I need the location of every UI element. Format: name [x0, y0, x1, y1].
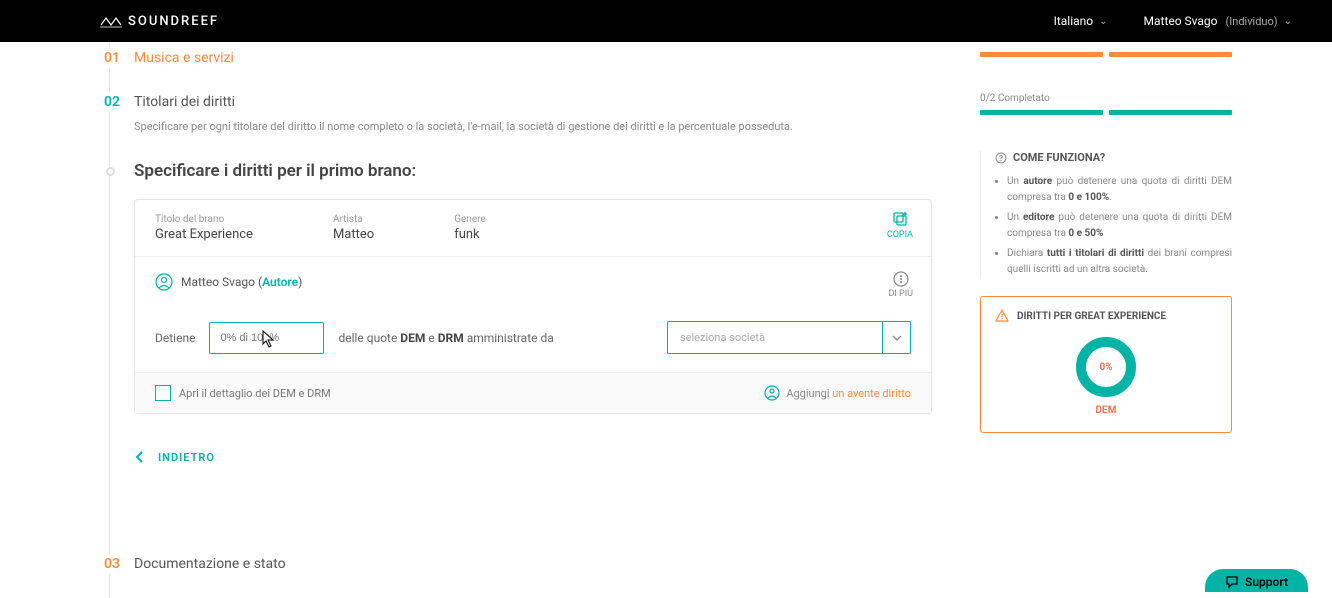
main-content: 01 Musica e servizi 02 Titolari dei diri…: [0, 42, 962, 598]
help-item: Un editore può detenere una quota di dir…: [1007, 210, 1232, 242]
help-item: Dichiara tutti i titolari di diritti dei…: [1007, 246, 1232, 278]
donut-label: DEM: [995, 405, 1217, 416]
warning-title: DIRITTI PER GREAT EXPERIENCE: [995, 309, 1217, 323]
detail-label: Apri il dettaglio dei DEM e DRM: [179, 387, 331, 400]
back-button[interactable]: INDIETRO: [134, 450, 962, 464]
chevron-left-icon: [134, 450, 144, 464]
society-placeholder: seleziona società: [668, 322, 882, 353]
card-footer: Apri il dettaglio dei DEM e DRM Aggiungi…: [135, 372, 931, 413]
user-name: Matteo Svago: [1144, 14, 1218, 28]
svg-text:?: ?: [999, 154, 1003, 163]
person-icon: [155, 273, 173, 291]
share-description: delle quote DEM e DRM amministrate da: [338, 331, 553, 345]
chevron-down-icon: ⌄: [1099, 16, 1107, 27]
person-header: Matteo Svago (Autore): [155, 273, 911, 291]
step-connector-line: [109, 42, 110, 598]
help-icon: ?: [995, 152, 1007, 164]
step-description: Specificare per ogni titolare del diritt…: [134, 120, 962, 133]
step-title[interactable]: Documentazione e stato: [134, 556, 286, 572]
percentage-input[interactable]: [209, 322, 324, 354]
track-title-meta: Titolo del brano Great Experience: [155, 214, 253, 242]
sidebar-right: 0/2 Completato ? COME FUNZIONA? Un autor…: [962, 42, 1332, 598]
meta-label: Genere: [454, 214, 486, 225]
chevron-down-icon: [882, 322, 910, 353]
step-number: 03: [100, 554, 120, 574]
detail-toggle[interactable]: Apri il dettaglio dei DEM e DRM: [155, 385, 331, 401]
meta-label: Titolo del brano: [155, 214, 253, 225]
genre-meta: Genere funk: [454, 214, 486, 242]
chevron-down-icon: ⌄: [1284, 16, 1292, 27]
topbar-right: Italiano ⌄ Matteo Svago (Individuo) ⌄: [1054, 14, 1292, 28]
step-1: 01 Musica e servizi: [0, 48, 962, 68]
step-2: 02 Titolari dei diritti Specificare per …: [0, 92, 962, 464]
rights-warning-box: DIRITTI PER GREAT EXPERIENCE 0% DEM: [980, 296, 1232, 433]
person-add-icon: [764, 385, 780, 401]
meta-value: Great Experience: [155, 227, 253, 242]
checkbox[interactable]: [155, 385, 171, 401]
step-title[interactable]: Musica e servizi: [134, 50, 234, 66]
section-title-text: Specificare i diritti per il primo brano…: [134, 161, 416, 181]
more-label: DI PIÙ: [888, 289, 913, 299]
help-item: Un autore può detenere una quota di diri…: [1007, 174, 1232, 206]
add-rights-holder[interactable]: Aggiungi un avente diritto: [764, 385, 911, 401]
person-name-text: Matteo Svago (Autore): [181, 275, 302, 289]
completion-count: 0/2 Completato: [980, 93, 1232, 104]
card-header: Titolo del brano Great Experience Artist…: [135, 200, 931, 257]
user-menu[interactable]: Matteo Svago (Individuo) ⌄: [1144, 14, 1292, 28]
account-type: (Individuo): [1226, 15, 1278, 28]
copy-button[interactable]: COPIA: [887, 210, 913, 240]
artist-meta: Artista Matteo: [333, 214, 374, 242]
help-list: Un autore può detenere una quota di diri…: [995, 174, 1232, 278]
share-row: Detiene delle quote DEM e DRM amministra…: [155, 321, 911, 354]
copy-label: COPIA: [887, 230, 913, 240]
language-selector[interactable]: Italiano ⌄: [1054, 14, 1108, 28]
holds-label: Detiene: [155, 331, 195, 345]
step-dot: [106, 167, 115, 176]
donut-percent: 0%: [1099, 362, 1112, 373]
meta-value: funk: [454, 227, 486, 242]
dem-donut: 0%: [1076, 337, 1136, 397]
more-icon: [893, 271, 909, 287]
step-number: 01: [100, 48, 120, 68]
step1-progress: [980, 52, 1232, 57]
step-3: 03 Documentazione e stato: [0, 554, 962, 574]
step2-progress: [980, 110, 1232, 115]
society-select[interactable]: seleziona società: [667, 321, 911, 354]
track-card: Titolo del brano Great Experience Artist…: [134, 199, 932, 414]
support-button[interactable]: Support: [1205, 569, 1308, 592]
language-label: Italiano: [1054, 14, 1094, 28]
step-title: Titolari dei diritti: [134, 94, 235, 110]
rights-holder-row: Matteo Svago (Autore) DI PIÙ Detiene del…: [135, 257, 931, 372]
help-box: ? COME FUNZIONA? Un autore può detenere …: [980, 151, 1232, 278]
help-title: ? COME FUNZIONA?: [995, 151, 1232, 164]
section-title: Specificare i diritti per il primo brano…: [134, 161, 962, 181]
back-label: INDIETRO: [158, 451, 215, 464]
copy-icon: [891, 210, 909, 228]
support-label: Support: [1245, 575, 1288, 589]
topbar: SOUNDREEF Italiano ⌄ Matteo Svago (Indiv…: [0, 0, 1332, 42]
chat-icon: [1225, 575, 1239, 589]
step-number: 02: [100, 92, 120, 112]
warning-icon: [995, 309, 1009, 323]
meta-value: Matteo: [333, 227, 374, 242]
brand-text: SOUNDREEF: [128, 14, 219, 29]
meta-label: Artista: [333, 214, 374, 225]
brand-logo: SOUNDREEF: [100, 14, 219, 29]
logo-icon: [100, 14, 122, 28]
more-button[interactable]: DI PIÙ: [888, 271, 913, 299]
